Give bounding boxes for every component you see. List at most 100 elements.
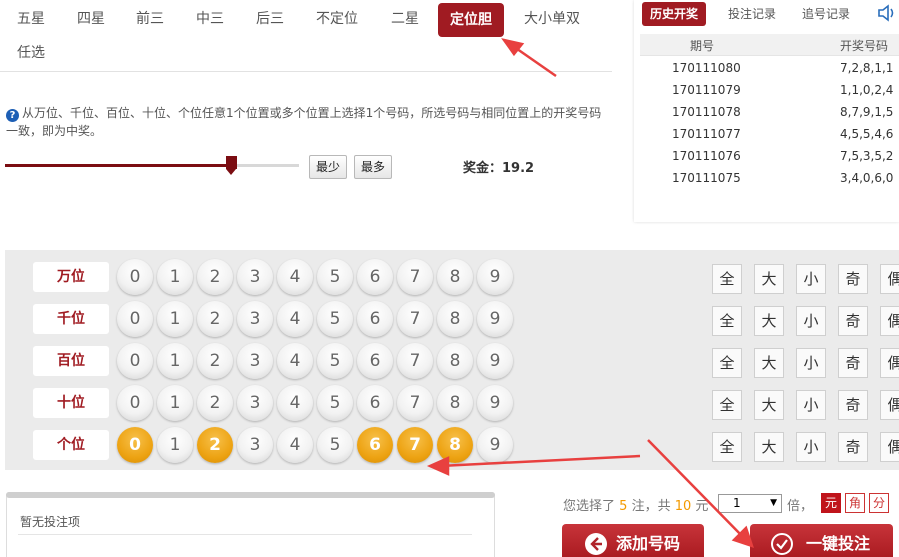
add-number-button[interactable]: 添加号码 [562, 524, 704, 557]
filter-button[interactable]: 偶 [880, 306, 899, 336]
filter-button[interactable]: 全 [712, 390, 742, 420]
number-ball[interactable]: 4 [277, 301, 313, 337]
number-ball[interactable]: 8 [437, 343, 473, 379]
number-ball[interactable]: 6 [357, 385, 393, 421]
number-ball[interactable]: 7 [397, 343, 433, 379]
multiplier-select[interactable]: 1 ▼ [718, 494, 782, 513]
unit-fen-button[interactable]: 分 [869, 493, 889, 513]
number-ball[interactable]: 4 [277, 259, 313, 295]
number-ball[interactable]: 1 [157, 301, 193, 337]
filter-button[interactable]: 大 [754, 306, 784, 336]
number-ball[interactable]: 8 [437, 301, 473, 337]
number-ball[interactable]: 6 [357, 259, 393, 295]
filter-button[interactable]: 小 [796, 306, 826, 336]
number-ball[interactable]: 9 [477, 427, 513, 463]
number-ball[interactable]: 7 [397, 301, 433, 337]
number-ball[interactable]: 0 [117, 301, 153, 337]
number-ball[interactable]: 0 [117, 427, 153, 463]
number-ball[interactable]: 4 [277, 385, 313, 421]
filter-button[interactable]: 偶 [880, 348, 899, 378]
filter-button[interactable]: 奇 [838, 432, 868, 462]
rebate-slider[interactable] [5, 164, 299, 167]
number-ball[interactable]: 5 [317, 343, 353, 379]
tab-chase-records[interactable]: 追号记录 [794, 2, 858, 26]
number-ball[interactable]: 9 [477, 385, 513, 421]
bet-list-scrollbar[interactable] [6, 492, 495, 498]
number-ball[interactable]: 2 [197, 427, 233, 463]
number-ball[interactable]: 1 [157, 259, 193, 295]
number-ball[interactable]: 1 [157, 385, 193, 421]
filter-button[interactable]: 全 [712, 348, 742, 378]
number-ball[interactable]: 3 [237, 343, 273, 379]
filter-button[interactable]: 大 [754, 390, 784, 420]
max-button[interactable]: 最多 [354, 155, 393, 179]
number-ball[interactable]: 2 [197, 301, 233, 337]
tab-bet-records[interactable]: 投注记录 [720, 2, 784, 26]
filter-button[interactable]: 大 [754, 432, 784, 462]
number-ball[interactable]: 3 [237, 385, 273, 421]
filter-button[interactable]: 全 [712, 432, 742, 462]
number-ball[interactable]: 4 [277, 427, 313, 463]
filter-button[interactable]: 偶 [880, 432, 899, 462]
number-ball[interactable]: 7 [397, 259, 433, 295]
filter-button[interactable]: 偶 [880, 390, 899, 420]
speaker-icon[interactable] [876, 3, 898, 23]
tab-sixing[interactable]: 四星 [66, 2, 116, 36]
number-ball[interactable]: 3 [237, 301, 273, 337]
number-ball[interactable]: 5 [317, 259, 353, 295]
number-ball[interactable]: 8 [437, 385, 473, 421]
filter-button[interactable]: 偶 [880, 264, 899, 294]
filter-button[interactable]: 奇 [838, 348, 868, 378]
tab-renxuan[interactable]: 任选 [6, 36, 56, 70]
tab-erxing[interactable]: 二星 [380, 2, 430, 36]
number-ball[interactable]: 7 [397, 427, 433, 463]
filter-button[interactable]: 奇 [838, 306, 868, 336]
number-ball[interactable]: 7 [397, 385, 433, 421]
number-ball[interactable]: 9 [477, 301, 513, 337]
number-ball[interactable]: 4 [277, 343, 313, 379]
number-ball[interactable]: 3 [237, 259, 273, 295]
filter-button[interactable]: 奇 [838, 264, 868, 294]
quick-bet-button[interactable]: 一键投注 [750, 524, 893, 557]
unit-yuan-button[interactable]: 元 [821, 493, 841, 513]
number-ball[interactable]: 5 [317, 301, 353, 337]
number-ball[interactable]: 0 [117, 259, 153, 295]
filter-button[interactable]: 全 [712, 306, 742, 336]
help-icon[interactable]: ? [6, 109, 19, 122]
number-ball[interactable]: 3 [237, 427, 273, 463]
tab-qiansan[interactable]: 前三 [125, 2, 175, 36]
number-ball[interactable]: 0 [117, 385, 153, 421]
number-ball[interactable]: 5 [317, 427, 353, 463]
number-ball[interactable]: 2 [197, 259, 233, 295]
number-ball[interactable]: 6 [357, 301, 393, 337]
number-ball[interactable]: 6 [357, 343, 393, 379]
filter-button[interactable]: 小 [796, 264, 826, 294]
number-ball[interactable]: 8 [437, 427, 473, 463]
filter-button[interactable]: 奇 [838, 390, 868, 420]
filter-button[interactable]: 小 [796, 432, 826, 462]
slider-handle[interactable] [226, 156, 237, 175]
tab-wuxing[interactable]: 五星 [6, 2, 56, 36]
number-ball[interactable]: 9 [477, 343, 513, 379]
number-ball[interactable]: 2 [197, 385, 233, 421]
tab-zhongsan[interactable]: 中三 [185, 2, 235, 36]
filter-button[interactable]: 小 [796, 390, 826, 420]
tab-daxiaodanshuang[interactable]: 大小单双 [516, 2, 588, 36]
number-ball[interactable]: 1 [157, 343, 193, 379]
tab-history-draws[interactable]: 历史开奖 [642, 2, 706, 26]
number-ball[interactable]: 9 [477, 259, 513, 295]
number-ball[interactable]: 0 [117, 343, 153, 379]
number-ball[interactable]: 1 [157, 427, 193, 463]
number-ball[interactable]: 6 [357, 427, 393, 463]
unit-jiao-button[interactable]: 角 [845, 493, 865, 513]
number-ball[interactable]: 2 [197, 343, 233, 379]
tab-dingweidan[interactable]: 定位胆 [438, 3, 504, 37]
filter-button[interactable]: 全 [712, 264, 742, 294]
number-ball[interactable]: 5 [317, 385, 353, 421]
number-ball[interactable]: 8 [437, 259, 473, 295]
min-button[interactable]: 最少 [309, 155, 348, 179]
filter-button[interactable]: 大 [754, 348, 784, 378]
filter-button[interactable]: 小 [796, 348, 826, 378]
tab-budingwei[interactable]: 不定位 [308, 2, 366, 36]
filter-button[interactable]: 大 [754, 264, 784, 294]
